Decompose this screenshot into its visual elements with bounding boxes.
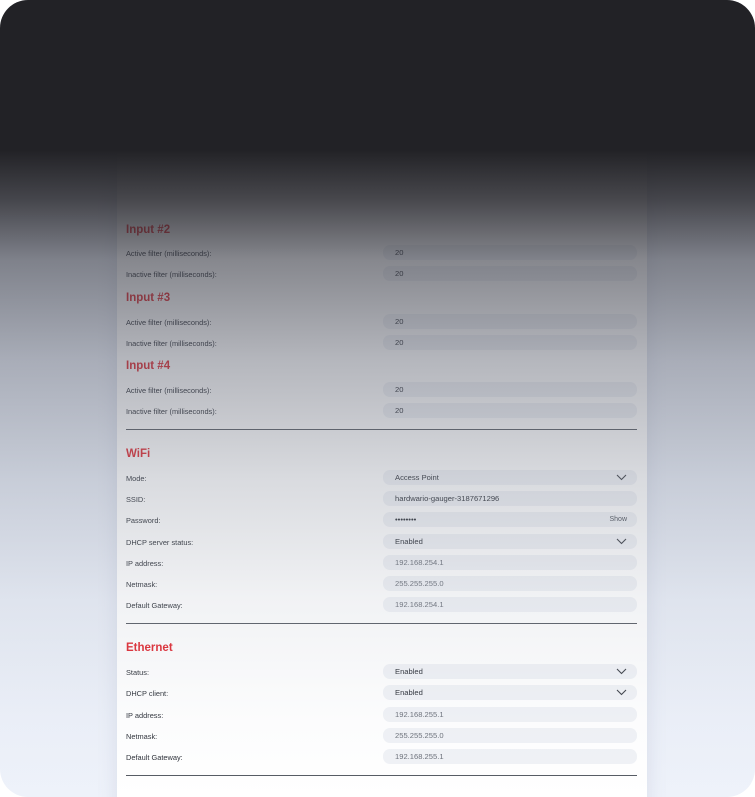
chevron-down-icon (616, 668, 627, 675)
input-2-active-filter-field[interactable]: 20 (383, 245, 637, 260)
wifi-title: WiFi (126, 448, 151, 460)
ethernet-status-label: Status: (126, 668, 150, 677)
wifi-password-input[interactable]: •••••••• Show (383, 512, 637, 527)
ethernet-netmask-field[interactable]: 255.255.255.0 (383, 728, 637, 743)
input-3-title: Input #3 (126, 292, 171, 304)
wifi-mode-label: Mode: (126, 474, 147, 483)
section-divider (126, 775, 637, 776)
ethernet-gateway-field[interactable]: 192.168.255.1 (383, 749, 637, 764)
ethernet-status-select[interactable]: Enabled (383, 664, 637, 679)
input-3-inactive-label: Inactive filter (milliseconds): (126, 339, 217, 348)
wifi-netmask-field[interactable]: 255.255.255.0 (383, 576, 637, 591)
input-4-active-label: Active filter (milliseconds): (126, 386, 212, 395)
input-3-active-filter-field[interactable]: 20 (383, 314, 637, 329)
input-3-inactive-filter-field[interactable]: 20 (383, 335, 637, 350)
input-2-title: Input #2 (126, 224, 171, 236)
input-3-active-label: Active filter (milliseconds): (126, 318, 212, 327)
wifi-netmask-label: Netmask: (126, 580, 158, 589)
ethernet-netmask-label: Netmask: (126, 732, 158, 741)
section-divider (126, 623, 637, 624)
wifi-gateway-field[interactable]: 192.168.254.1 (383, 597, 637, 612)
chevron-down-icon (616, 538, 627, 545)
wifi-ip-label: IP address: (126, 559, 164, 568)
chevron-down-icon (616, 474, 627, 481)
input-2-inactive-label: Inactive filter (milliseconds): (126, 270, 217, 279)
input-4-title: Input #4 (126, 360, 171, 372)
wifi-dhcp-label: DHCP server status: (126, 538, 194, 547)
ethernet-title: Ethernet (126, 642, 173, 654)
wifi-ip-field[interactable]: 192.168.254.1 (383, 555, 637, 570)
settings-panel: Input #2 Active filter (milliseconds): 2… (117, 118, 647, 797)
wifi-gateway-label: Default Gateway: (126, 601, 183, 610)
wifi-ssid-input[interactable]: hardwario-gauger-3187671296 (383, 491, 637, 506)
wifi-mode-select[interactable]: Access Point (383, 470, 637, 485)
section-divider (126, 429, 637, 430)
chevron-down-icon (616, 689, 627, 696)
ethernet-dhcp-select[interactable]: Enabled (383, 685, 637, 700)
ethernet-dhcp-label: DHCP client: (126, 689, 169, 698)
input-2-active-label: Active filter (milliseconds): (126, 249, 212, 258)
input-2-inactive-filter-field[interactable]: 20 (383, 266, 637, 281)
ethernet-gateway-label: Default Gateway: (126, 753, 183, 762)
wifi-ssid-label: SSID: (126, 495, 146, 504)
wifi-dhcp-select[interactable]: Enabled (383, 534, 637, 549)
ethernet-ip-label: IP address: (126, 711, 164, 720)
show-password-button[interactable]: Show (609, 516, 627, 523)
device-frame: Input #2 Active filter (milliseconds): 2… (0, 0, 755, 797)
input-4-inactive-filter-field[interactable]: 20 (383, 403, 637, 418)
wifi-password-label: Password: (126, 516, 161, 525)
input-4-active-filter-field[interactable]: 20 (383, 382, 637, 397)
input-4-inactive-label: Inactive filter (milliseconds): (126, 407, 217, 416)
ethernet-ip-field[interactable]: 192.168.255.1 (383, 707, 637, 722)
